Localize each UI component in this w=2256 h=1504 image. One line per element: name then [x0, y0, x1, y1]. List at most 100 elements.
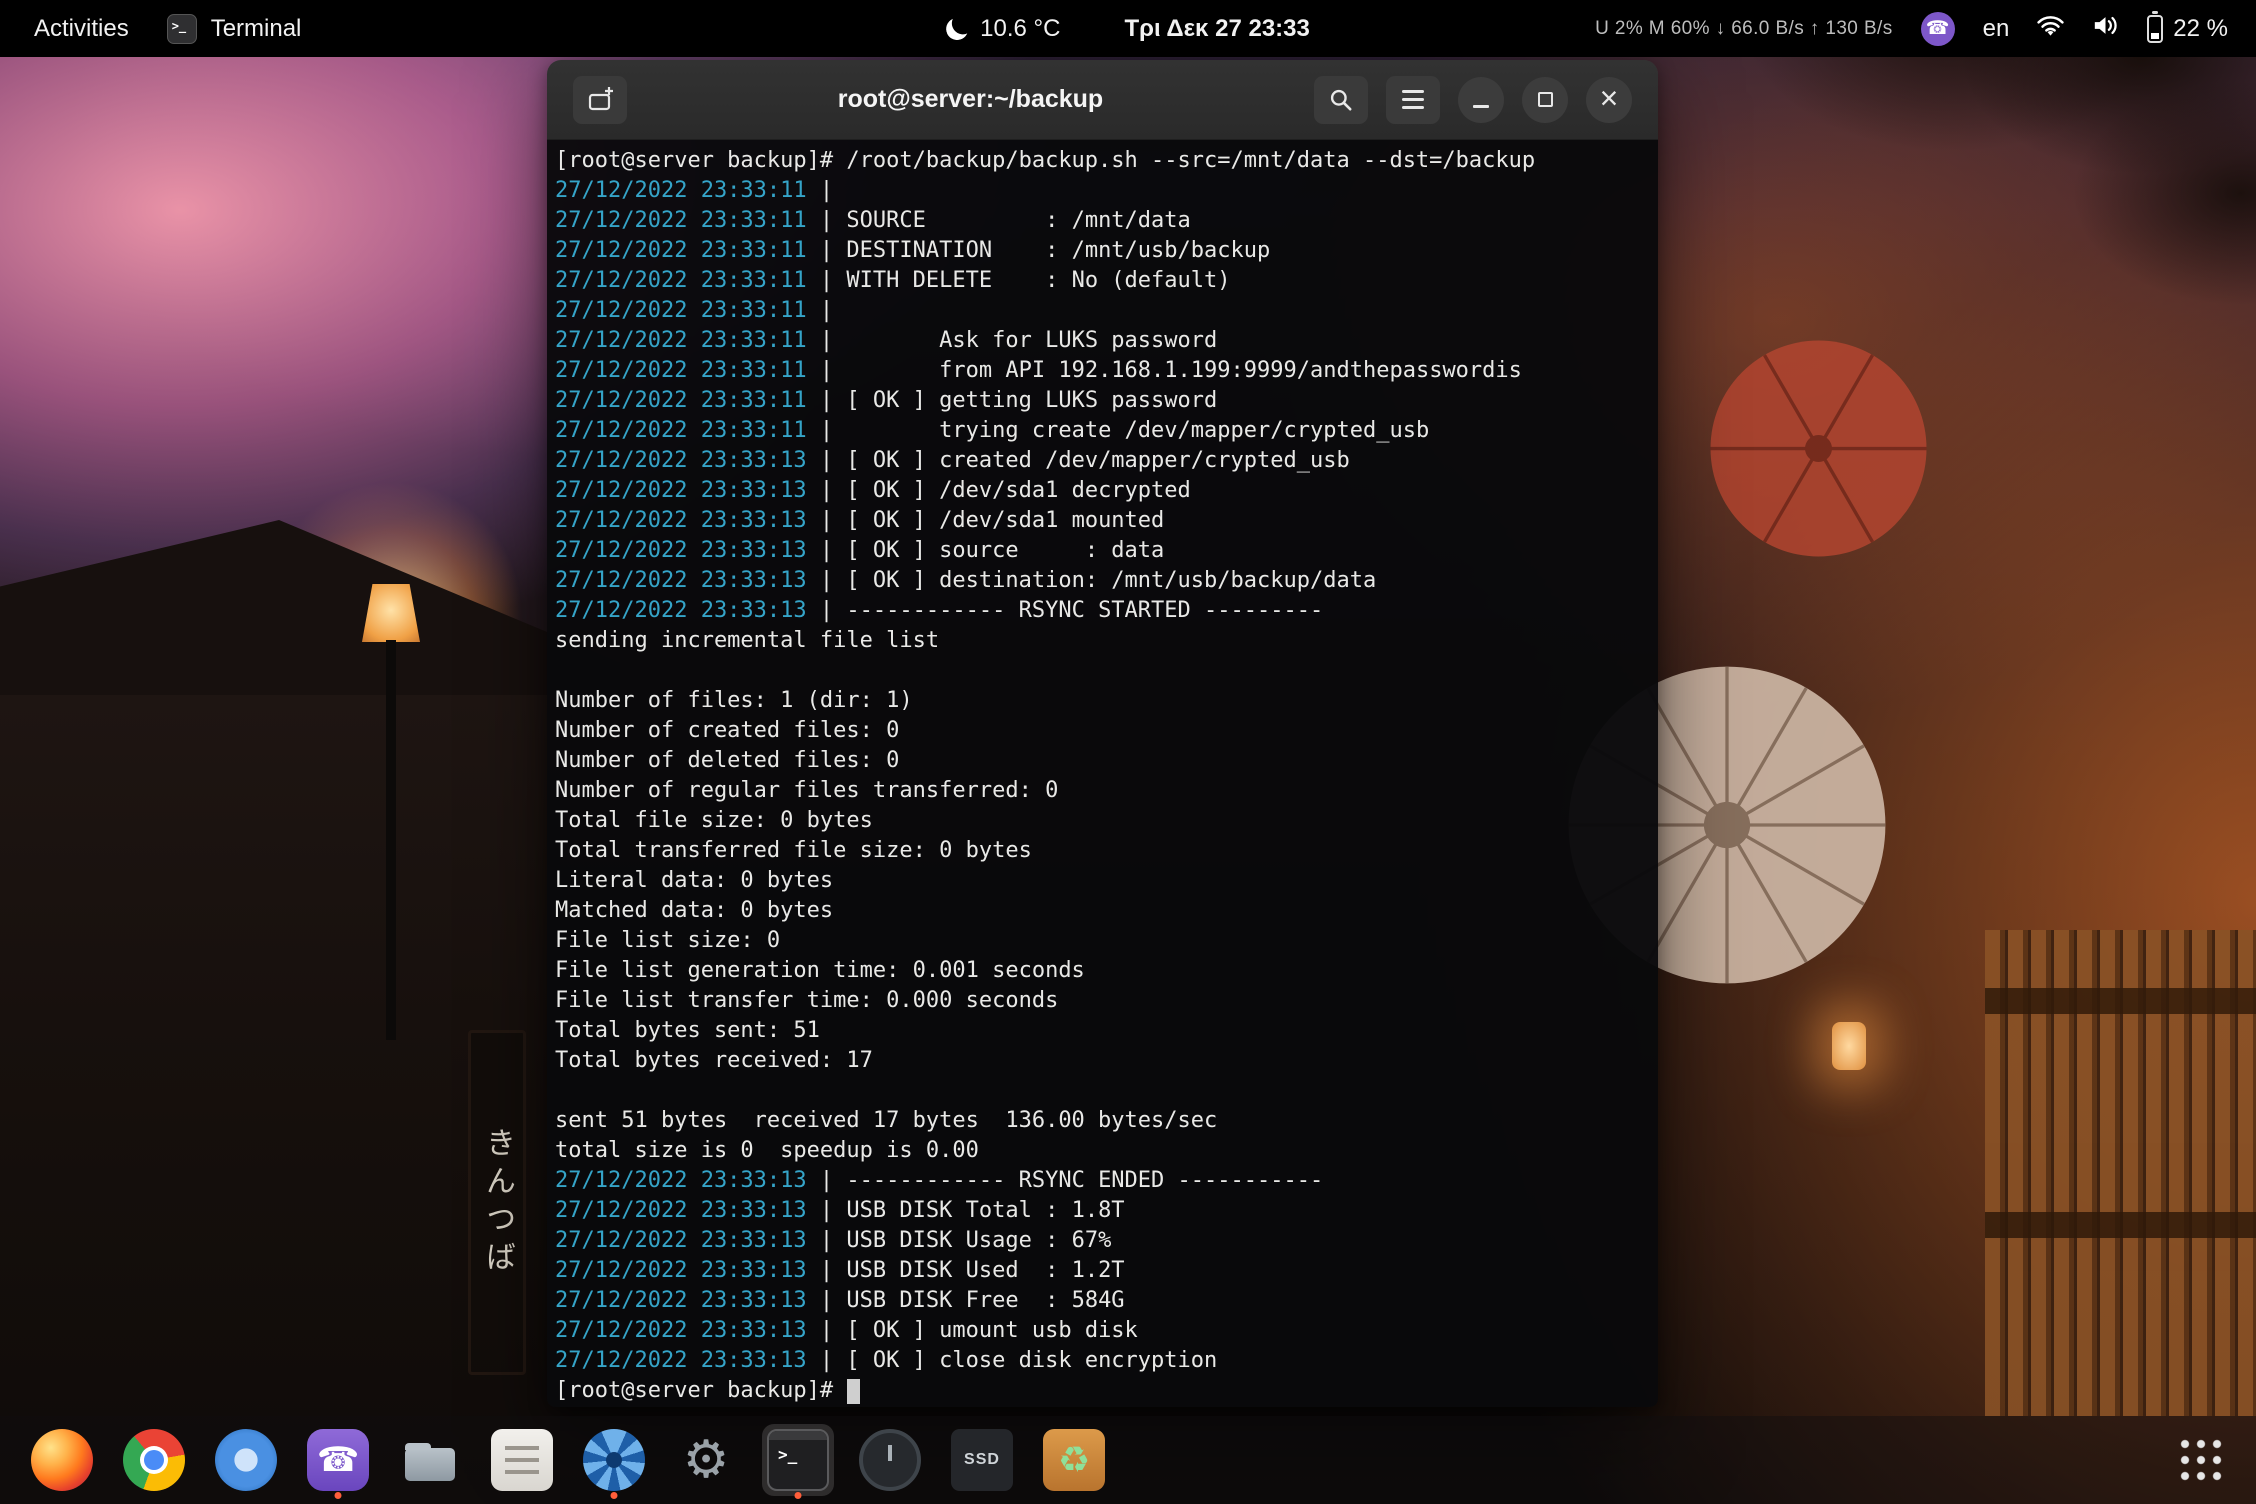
wallpaper-japanese-sign: きんつば: [468, 1030, 526, 1375]
dock: ☎ ⚙ >_ SSD ♻: [0, 1416, 2256, 1504]
settings-icon: ⚙: [675, 1429, 737, 1491]
terminal-line: 27/12/2022 23:33:13 | USB DISK Total : 1…: [555, 1196, 1650, 1226]
line-text: [root@server backup]# /root/backup/backu…: [555, 148, 1535, 173]
minimize-button[interactable]: [1458, 77, 1504, 123]
line-timestamp: 27/12/2022 23:33:13: [555, 1348, 807, 1373]
terminal-line: 27/12/2022 23:33:11 | from API 192.168.1…: [555, 356, 1650, 386]
line-timestamp: 27/12/2022 23:33:11: [555, 418, 807, 443]
firefox-icon: [31, 1429, 93, 1491]
wallpaper-lantern: [1832, 1022, 1866, 1070]
line-timestamp: 27/12/2022 23:33:13: [555, 1198, 807, 1223]
dock-item-chrome[interactable]: [118, 1424, 190, 1496]
terminal-cursor: [847, 1379, 860, 1404]
line-timestamp: 27/12/2022 23:33:11: [555, 388, 807, 413]
line-timestamp: 27/12/2022 23:33:11: [555, 178, 807, 203]
terminal-line: [root@server backup]#: [555, 1376, 1650, 1406]
focused-app-name: Terminal: [211, 15, 302, 43]
line-text: | ------------ RSYNC STARTED ---------: [807, 598, 1324, 623]
line-text: | [ OK ] getting LUKS password: [807, 388, 1218, 413]
viber-tray-icon[interactable]: ☎: [1921, 12, 1955, 46]
dock-item-photos[interactable]: [578, 1424, 650, 1496]
weather-indicator[interactable]: 10.6 °C: [946, 15, 1060, 43]
terminal-line: 27/12/2022 23:33:11 | DESTINATION : /mnt…: [555, 236, 1650, 266]
volume-icon[interactable]: [2092, 14, 2119, 44]
new-tab-button[interactable]: [573, 76, 627, 124]
minimize-icon: [1473, 105, 1489, 108]
focused-app-indicator[interactable]: >_ Terminal: [167, 14, 302, 44]
line-timestamp: 27/12/2022 23:33:13: [555, 1288, 807, 1313]
dock-item-files[interactable]: [394, 1424, 466, 1496]
dock-item-terminal[interactable]: >_: [762, 1424, 834, 1496]
terminal-line: 27/12/2022 23:33:13 | [ OK ] source : da…: [555, 536, 1650, 566]
dock-item-text-editor[interactable]: [486, 1424, 558, 1496]
terminal-line: 27/12/2022 23:33:13 | [ OK ] umount usb …: [555, 1316, 1650, 1346]
terminal-line: 27/12/2022 23:33:13 | [ OK ] created /de…: [555, 446, 1650, 476]
line-text: Number of deleted files: 0: [555, 748, 899, 773]
clock[interactable]: Τρι Δεκ 27 23:33: [1124, 15, 1309, 43]
line-timestamp: 27/12/2022 23:33:11: [555, 268, 807, 293]
terminal-icon: >_: [767, 1429, 829, 1491]
maximize-icon: [1538, 92, 1553, 107]
line-timestamp: 27/12/2022 23:33:11: [555, 208, 807, 233]
line-text: | trying create /dev/mapper/crypted_usb: [807, 418, 1430, 443]
running-indicator: [335, 1492, 342, 1499]
dock-item-software[interactable]: ♻: [1038, 1424, 1110, 1496]
line-text: File list size: 0: [555, 928, 780, 953]
chromium-icon: [215, 1429, 277, 1491]
line-timestamp: 27/12/2022 23:33:11: [555, 238, 807, 263]
maximize-button[interactable]: [1522, 77, 1568, 123]
system-monitor-indicator[interactable]: U 2% M 60% ↓ 66.0 B/s ↑ 130 B/s: [1595, 18, 1893, 40]
terminal-line: 27/12/2022 23:33:13 | ------------ RSYNC…: [555, 1166, 1650, 1196]
line-text: Literal data: 0 bytes: [555, 868, 833, 893]
dock-item-ssd[interactable]: SSD: [946, 1424, 1018, 1496]
close-button[interactable]: ×: [1586, 77, 1632, 123]
software-icon: ♻: [1043, 1429, 1105, 1491]
wifi-icon[interactable]: [2037, 14, 2064, 44]
line-text: | DESTINATION : /mnt/usb/backup: [807, 238, 1271, 263]
terminal-line: File list size: 0: [555, 926, 1650, 956]
terminal-line: total size is 0 speedup is 0.00: [555, 1136, 1650, 1166]
terminal-line: Total bytes received: 17: [555, 1046, 1650, 1076]
search-button[interactable]: [1314, 76, 1368, 124]
desktop: きんつば Activit: [0, 0, 2256, 1504]
terminal-line: 27/12/2022 23:33:11 | SOURCE : /mnt/data: [555, 206, 1650, 236]
terminal-line: Total file size: 0 bytes: [555, 806, 1650, 836]
app-grid-button[interactable]: [2172, 1431, 2230, 1489]
chrome-icon: [123, 1429, 185, 1491]
running-indicator: [795, 1492, 802, 1499]
line-text: Matched data: 0 bytes: [555, 898, 833, 923]
menu-button[interactable]: [1386, 76, 1440, 124]
line-text: | USB DISK Usage : 67%: [807, 1228, 1112, 1253]
files-icon: [399, 1429, 461, 1491]
line-timestamp: 27/12/2022 23:33:13: [555, 478, 807, 503]
terminal-line: Total transferred file size: 0 bytes: [555, 836, 1650, 866]
wallpaper-roof: [0, 520, 620, 710]
wallpaper-lamp-post: [386, 640, 396, 1040]
dock-item-viber[interactable]: ☎: [302, 1424, 374, 1496]
line-text: Number of regular files transferred: 0: [555, 778, 1058, 803]
terminal-app-icon: >_: [167, 14, 197, 44]
dock-item-clocks[interactable]: [854, 1424, 926, 1496]
dock-item-settings[interactable]: ⚙: [670, 1424, 742, 1496]
hamburger-icon: [1402, 98, 1424, 101]
line-text: Total transferred file size: 0 bytes: [555, 838, 1032, 863]
activities-button[interactable]: Activities: [34, 15, 129, 43]
terminal-line: Number of regular files transferred: 0: [555, 776, 1650, 806]
line-timestamp: 27/12/2022 23:33:11: [555, 328, 807, 353]
terminal-output[interactable]: [root@server backup]# /root/backup/backu…: [547, 140, 1658, 1407]
terminal-line: 27/12/2022 23:33:11 | Ask for LUKS passw…: [555, 326, 1650, 356]
line-text: | Ask for LUKS password: [807, 328, 1218, 353]
terminal-line: 27/12/2022 23:33:13 | USB DISK Free : 58…: [555, 1286, 1650, 1316]
dock-item-chromium[interactable]: [210, 1424, 282, 1496]
viber-icon: ☎: [307, 1429, 369, 1491]
terminal-line: [root@server backup]# /root/backup/backu…: [555, 146, 1650, 176]
keyboard-layout-indicator[interactable]: en: [1983, 15, 2010, 43]
line-timestamp: 27/12/2022 23:33:13: [555, 1258, 807, 1283]
terminal-header-bar[interactable]: root@server:~/backup: [547, 60, 1658, 140]
terminal-line: File list generation time: 0.001 seconds: [555, 956, 1650, 986]
line-text: File list generation time: 0.001 seconds: [555, 958, 1085, 983]
battery-indicator[interactable]: 22 %: [2147, 15, 2228, 43]
top-bar: Activities >_ Terminal 10.6 °C Τρι Δεκ 2…: [0, 0, 2256, 57]
dock-item-firefox[interactable]: [26, 1424, 98, 1496]
terminal-line: 27/12/2022 23:33:13 | [ OK ] close disk …: [555, 1346, 1650, 1376]
